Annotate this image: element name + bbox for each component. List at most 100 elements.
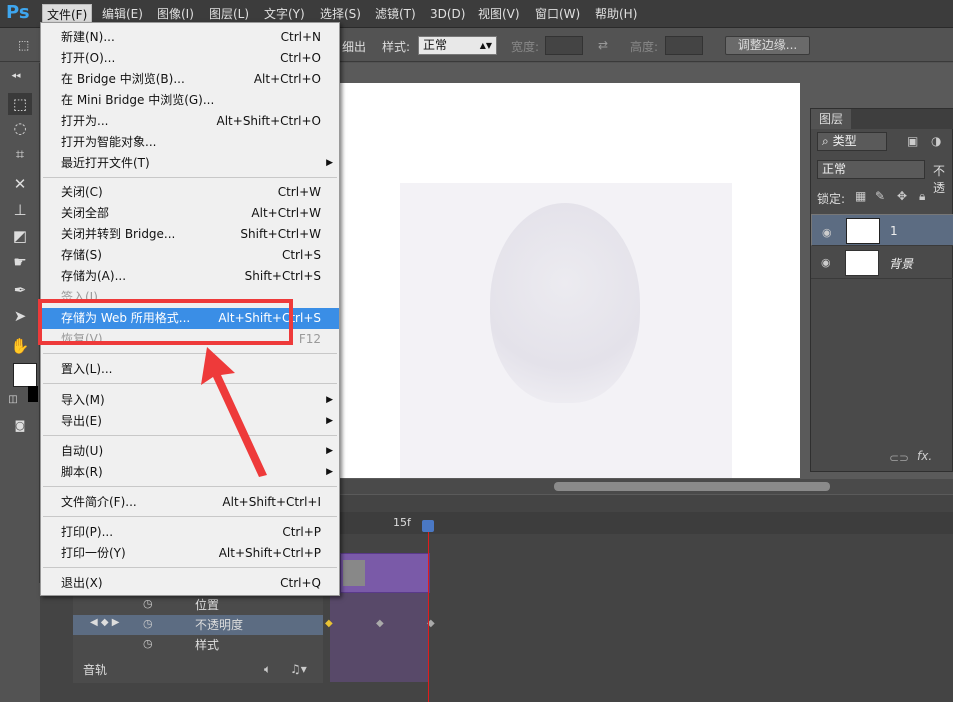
layer-filter-select[interactable]: ⌕ 类型 xyxy=(817,132,887,151)
fx-button[interactable]: fx. xyxy=(917,449,932,463)
crop-tool-icon[interactable]: ⌗ xyxy=(8,143,32,165)
height-label: 高度: xyxy=(630,40,659,54)
music-note-icon[interactable]: ♫▾ xyxy=(290,662,307,676)
menu-file[interactable]: 文件(F) xyxy=(42,4,93,24)
layer-row[interactable]: ◉ 1 xyxy=(811,214,953,246)
menu-item-open-as[interactable]: 打开为... Alt+Shift+Ctrl+O xyxy=(41,111,339,132)
menu-edit[interactable]: 编辑(E) xyxy=(98,4,147,24)
menu-item-close[interactable]: 关闭(C) Ctrl+W xyxy=(41,182,339,203)
pen-tool-icon[interactable]: ✒ xyxy=(8,279,32,301)
frame-label: 15f xyxy=(393,516,411,529)
audio-track-label: 音轨 xyxy=(83,663,108,677)
menu-item-export[interactable]: 导出(E) ▶ xyxy=(41,411,339,432)
width-label: 宽度: xyxy=(511,40,540,54)
lock-transparent-icon[interactable]: ▦ xyxy=(855,189,866,203)
menu-filter[interactable]: 滤镜(T) xyxy=(371,4,420,24)
marquee-options-icon[interactable]: ⬚ xyxy=(18,38,29,52)
layer-thumbnail xyxy=(845,250,879,276)
menu-item-place[interactable]: 置入(L)... xyxy=(41,359,339,380)
collapse-icon[interactable]: ◂◂ xyxy=(4,65,28,87)
foreground-color-swatch[interactable] xyxy=(13,363,37,387)
menu-item-automate[interactable]: 自动(U) ▶ xyxy=(41,441,339,462)
menu-item-open-smart-object[interactable]: 打开为智能对象... xyxy=(41,132,339,153)
menu-item-browse-bridge[interactable]: 在 Bridge 中浏览(B)... Alt+Ctrl+O xyxy=(41,69,339,90)
lock-position-icon[interactable]: ✥ xyxy=(897,189,907,203)
menu-layer[interactable]: 图层(L) xyxy=(205,4,253,24)
menu-item-print[interactable]: 打印(P)... Ctrl+P xyxy=(41,522,339,543)
submenu-arrow-icon: ▶ xyxy=(326,158,333,168)
style-select[interactable]: 正常 ▲▼ xyxy=(418,36,497,55)
layer-row[interactable]: ◉ 背景 xyxy=(811,247,953,279)
menu-type[interactable]: 文字(Y) xyxy=(260,4,309,24)
horizontal-scrollbar[interactable] xyxy=(340,479,953,494)
image-filter-icon[interactable]: ▣ xyxy=(907,134,918,148)
menu-separator xyxy=(43,516,337,517)
menu-separator xyxy=(43,486,337,487)
menu-3d[interactable]: 3D(D) xyxy=(426,4,469,24)
menu-select[interactable]: 选择(S) xyxy=(316,4,365,24)
visibility-eye-icon[interactable]: ◉ xyxy=(822,224,836,239)
menu-item-file-info[interactable]: 文件简介(F)... Alt+Shift+Ctrl+I xyxy=(41,492,339,513)
menu-item-save[interactable]: 存储(S) Ctrl+S xyxy=(41,245,339,266)
tab-layers[interactable]: 图层 xyxy=(811,109,851,129)
default-colors-icon[interactable]: ◫ xyxy=(5,389,21,411)
keyframe-nav-icon[interactable]: ◀ ◆ ▶ xyxy=(90,617,119,628)
playhead-handle[interactable] xyxy=(422,520,434,532)
menu-item-print-one[interactable]: 打印一份(Y) Alt+Shift+Ctrl+P xyxy=(41,543,339,564)
submenu-arrow-icon: ▶ xyxy=(326,446,333,456)
menu-separator xyxy=(43,353,337,354)
menu-help[interactable]: 帮助(H) xyxy=(591,4,641,24)
menu-separator xyxy=(43,177,337,178)
selection-tool-icon[interactable]: ➤ xyxy=(8,305,32,327)
menu-item-close-go-bridge[interactable]: 关闭并转到 Bridge... Shift+Ctrl+W xyxy=(41,224,339,245)
lock-all-icon[interactable]: 🔒︎ xyxy=(919,189,925,204)
height-input[interactable] xyxy=(665,36,703,55)
menu-view[interactable]: 视图(V) xyxy=(474,4,524,24)
smudge-tool-icon[interactable]: ☛ xyxy=(8,251,32,273)
width-input[interactable] xyxy=(545,36,583,55)
stamp-tool-icon[interactable]: ⊥ xyxy=(8,199,32,221)
lock-brush-icon[interactable]: ✎ xyxy=(875,189,885,203)
menu-item-exit[interactable]: 退出(X) Ctrl+Q xyxy=(41,573,339,594)
healing-tool-icon[interactable]: ✕ xyxy=(8,173,32,195)
menu-separator xyxy=(43,435,337,436)
menu-image[interactable]: 图像(I) xyxy=(153,4,198,24)
hand-tool-icon[interactable]: ✋ xyxy=(8,335,32,357)
menu-item-recent-files[interactable]: 最近打开文件(T) ▶ xyxy=(41,153,339,174)
menu-item-import[interactable]: 导入(M) ▶ xyxy=(41,390,339,411)
adjust-filter-icon[interactable]: ◑ xyxy=(931,134,941,148)
keyframe-marker[interactable]: ◆ xyxy=(325,618,333,629)
refine-edge-button[interactable]: 调整边缘... xyxy=(725,36,810,55)
portrait-face xyxy=(490,203,640,403)
stopwatch-icon[interactable]: ◷ xyxy=(143,637,153,650)
swap-icon[interactable]: ⇄ xyxy=(598,38,608,52)
blend-mode-select[interactable]: 正常 xyxy=(817,160,925,179)
playhead[interactable] xyxy=(428,520,429,702)
menu-item-browse-mini-bridge[interactable]: 在 Mini Bridge 中浏览(G)... xyxy=(41,90,339,111)
annotation-arrow xyxy=(201,347,267,477)
marquee-tool-icon[interactable]: ⬚ xyxy=(8,93,32,115)
menu-item-save-as[interactable]: 存储为(A)... Shift+Ctrl+S xyxy=(41,266,339,287)
menu-window[interactable]: 窗口(W) xyxy=(531,4,584,24)
timeline-clip[interactable] xyxy=(340,553,430,593)
submenu-arrow-icon: ▶ xyxy=(326,467,333,477)
visibility-eye-icon[interactable]: ◉ xyxy=(821,256,835,269)
prop-opacity: 不透明度 xyxy=(195,618,244,632)
menu-item-open[interactable]: 打开(O)... Ctrl+O xyxy=(41,48,339,69)
eraser-tool-icon[interactable]: ◩ xyxy=(8,225,32,247)
stopwatch-icon[interactable]: ◷ xyxy=(143,617,153,630)
link-icon[interactable]: ⊂⊃ xyxy=(889,451,909,465)
stopwatch-icon[interactable]: ◷ xyxy=(143,597,153,610)
clip-thumbnail xyxy=(343,560,365,586)
prop-position: 位置 xyxy=(195,598,220,612)
background-color-swatch[interactable] xyxy=(28,386,38,402)
keyframe-marker[interactable]: ◆ xyxy=(376,618,384,629)
lasso-tool-icon[interactable]: ◌ xyxy=(8,117,32,139)
submenu-arrow-icon: ▶ xyxy=(326,395,333,405)
menu-item-new[interactable]: 新建(N)... Ctrl+N xyxy=(41,27,339,48)
quick-mask-icon[interactable]: ◙ xyxy=(8,415,32,437)
menu-item-scripts[interactable]: 脚本(R) ▶ xyxy=(41,462,339,483)
speaker-icon[interactable]: 🔈︎ xyxy=(264,662,271,677)
menu-item-close-all[interactable]: 关闭全部 Alt+Ctrl+W xyxy=(41,203,339,224)
scrollbar-thumb[interactable] xyxy=(554,482,830,491)
